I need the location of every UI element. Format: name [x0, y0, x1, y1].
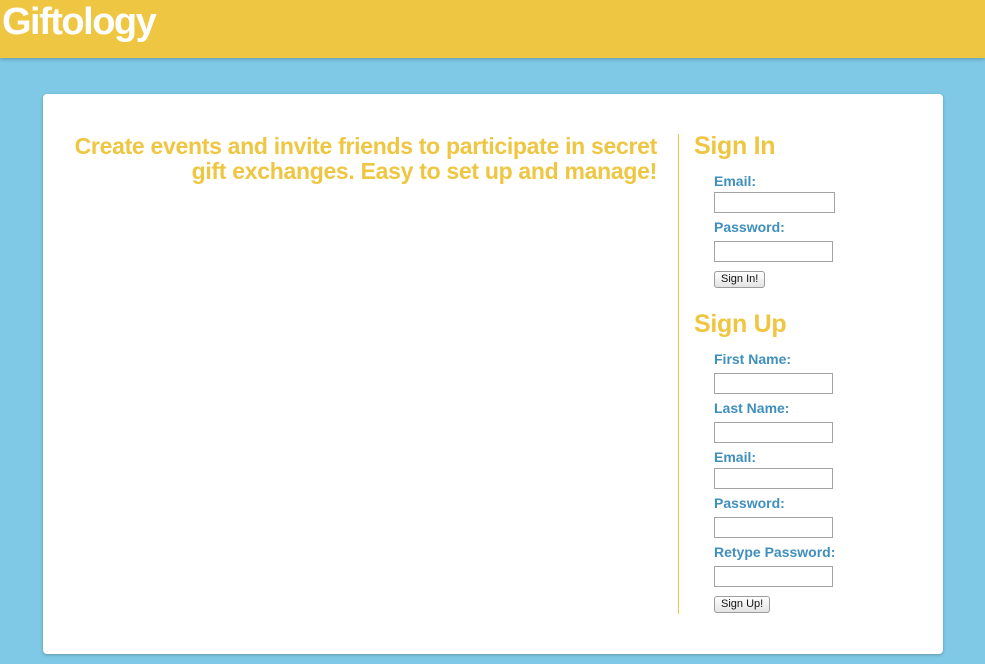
sign-up-first-name-input[interactable] — [714, 373, 833, 394]
column-divider — [678, 134, 679, 614]
sign-up-button[interactable]: Sign Up! — [714, 596, 771, 613]
sign-up-heading: Sign Up — [694, 310, 787, 338]
sign-in-heading: Sign In — [694, 132, 776, 160]
content-panel: Create events and invite friends to part… — [43, 94, 943, 654]
tagline: Create events and invite friends to part… — [74, 133, 658, 184]
sign-up-last-name-label: Last Name: — [714, 400, 790, 416]
sign-in-button[interactable]: Sign In! — [714, 271, 766, 288]
top-bar: Giftology — [0, 0, 985, 58]
sign-in-email-input[interactable] — [714, 192, 835, 213]
sign-up-first-name-label: First Name: — [714, 351, 792, 367]
sign-up-email-label: Email: — [714, 449, 757, 465]
sign-in-password-input[interactable] — [714, 241, 833, 262]
brand-logo[interactable]: Giftology — [2, 0, 157, 44]
sign-up-email-input[interactable] — [714, 468, 833, 489]
sign-in-email-label: Email: — [714, 173, 757, 189]
sign-up-last-name-input[interactable] — [714, 422, 833, 443]
sign-up-retype-password-input[interactable] — [714, 566, 833, 587]
sign-in-password-label: Password: — [714, 219, 785, 235]
sign-up-retype-password-label: Retype Password: — [714, 544, 836, 560]
sign-up-password-label: Password: — [714, 495, 785, 511]
sign-up-password-input[interactable] — [714, 517, 833, 538]
